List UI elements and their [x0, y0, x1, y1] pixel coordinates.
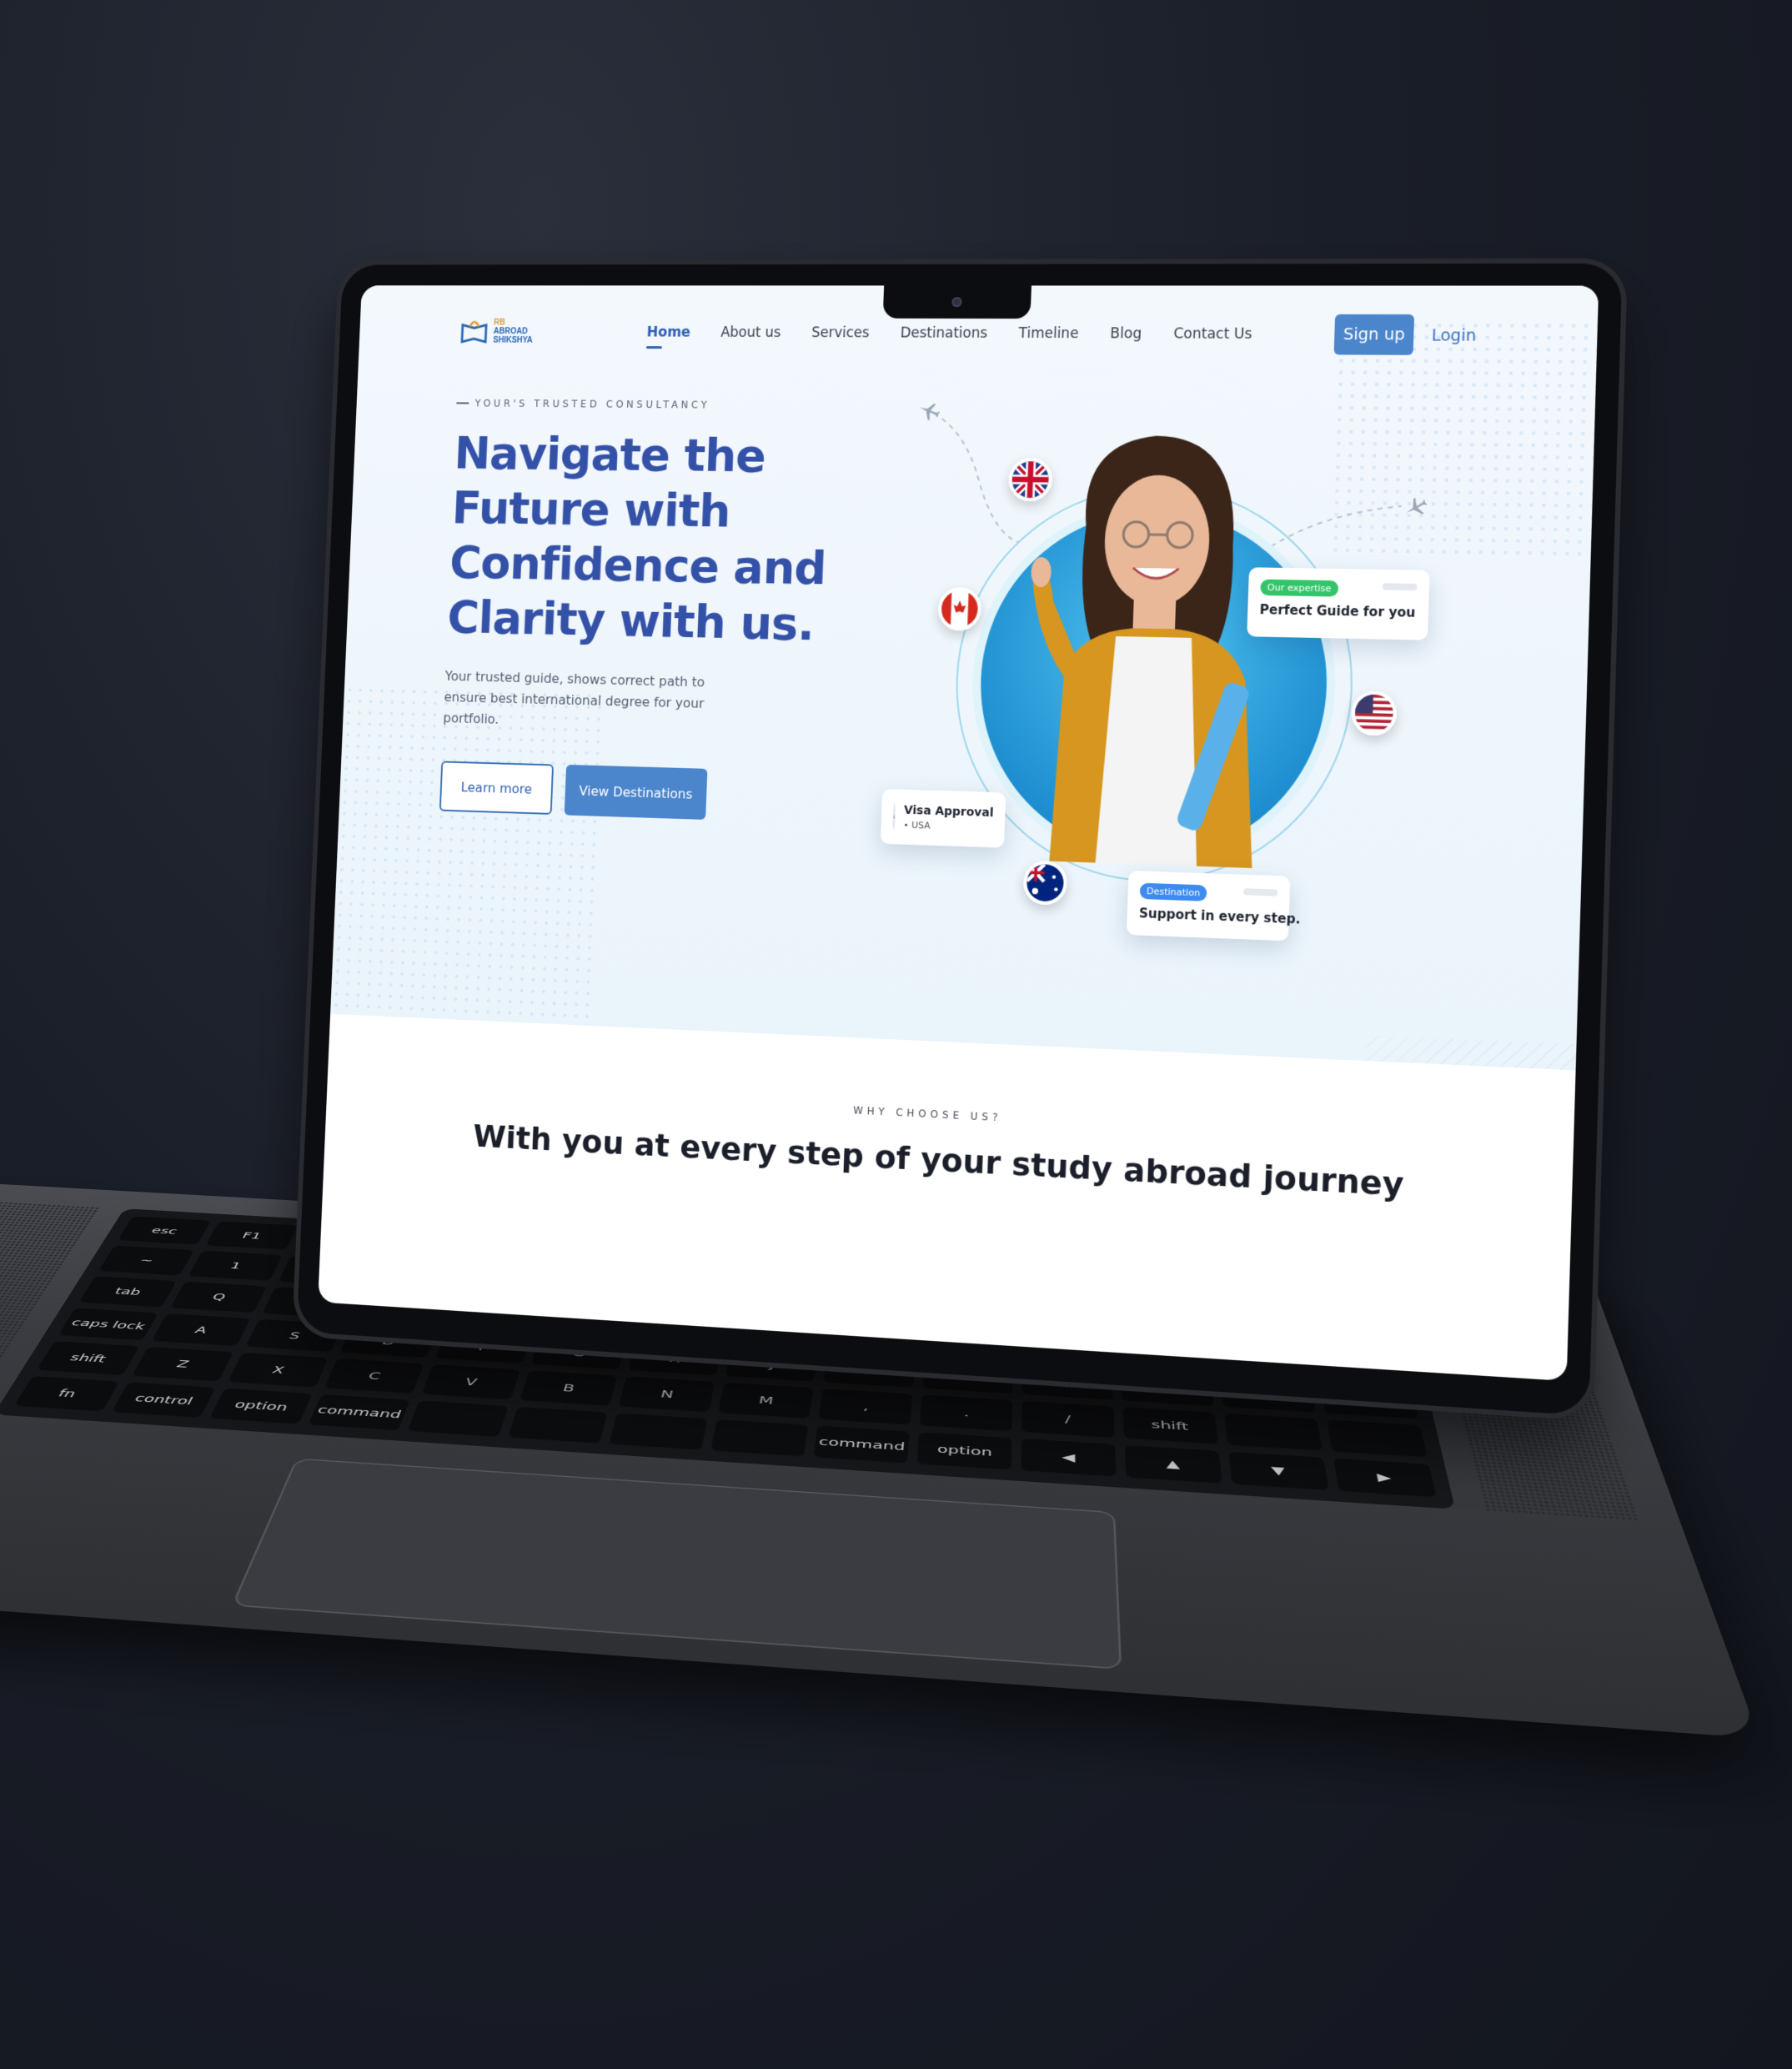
card-ghost-line	[1382, 583, 1418, 591]
site-logo[interactable]: RB ABROAD SHIKSHYA	[459, 316, 534, 347]
card-ghost-line	[1243, 888, 1278, 896]
keyboard-key[interactable]: command	[813, 1425, 910, 1464]
keyboard-key[interactable]	[608, 1413, 708, 1451]
nav-item-destinations[interactable]: Destinations	[900, 325, 987, 342]
keyboard-key[interactable]: ~	[98, 1245, 194, 1277]
logo-text: RB ABROAD SHIKSHYA	[493, 318, 534, 344]
expertise-pill: Our expertise	[1260, 579, 1339, 597]
nav-item-services[interactable]: Services	[811, 324, 870, 341]
nav-menu: Home About us Services Destinations Time…	[646, 324, 1252, 343]
laptop-screen: RB ABROAD SHIKSHYA Home About us Service…	[318, 285, 1599, 1382]
keyboard-key[interactable]: 1	[188, 1250, 284, 1282]
keyboard-key[interactable]: control	[110, 1382, 216, 1419]
trackpad[interactable]	[231, 1458, 1122, 1670]
hero-section: RB ABROAD SHIKSHYA Home About us Service…	[329, 285, 1599, 1071]
laptop-lid: RB ABROAD SHIKSHYA Home About us Service…	[296, 263, 1623, 1416]
destination-pill: Destination	[1139, 882, 1207, 901]
keyboard-key[interactable]: option	[916, 1431, 1012, 1471]
keyboard-key[interactable]: ◀	[1021, 1438, 1117, 1478]
keyboard-key[interactable]: X	[227, 1353, 329, 1389]
hero-headline: Navigate the Future with Confidence and …	[446, 427, 827, 652]
nav-item-contact-us[interactable]: Contact Us	[1173, 326, 1252, 343]
destination-title: Support in every step.	[1138, 905, 1301, 927]
keyboard-key[interactable]: shift	[1122, 1407, 1218, 1445]
expertise-title: Perfect Guide for you	[1259, 601, 1416, 620]
visa-country: • USA	[903, 819, 931, 831]
keyboard-key[interactable]	[1224, 1413, 1323, 1452]
keyboard-key[interactable]: command	[308, 1394, 410, 1432]
keyboard-key[interactable]: fn	[13, 1375, 120, 1413]
keyboard-key[interactable]: option	[208, 1388, 313, 1425]
logo-icon	[459, 316, 489, 347]
nav-item-timeline[interactable]: Timeline	[1018, 325, 1079, 342]
nav-item-blog[interactable]: Blog	[1110, 325, 1142, 342]
keyboard-key[interactable]: ▲	[1124, 1444, 1222, 1485]
keyboard-key[interactable]: ,	[818, 1389, 913, 1426]
keyboard-key[interactable]: caps lock	[58, 1308, 158, 1342]
keyboard-key[interactable]: esc	[117, 1216, 212, 1246]
keyboard-key[interactable]: B	[519, 1370, 618, 1407]
nav-item-home[interactable]: Home	[646, 324, 690, 341]
keyboard-key[interactable]: F1	[204, 1221, 299, 1251]
keyboard-key[interactable]	[507, 1406, 608, 1444]
keyboard-key[interactable]	[1326, 1419, 1428, 1459]
hero-eyebrow: YOUR'S TRUSTED CONSULTANCY	[456, 398, 868, 412]
nav-item-about-us[interactable]: About us	[720, 324, 781, 341]
student-photo	[1029, 434, 1260, 868]
learn-more-button[interactable]: Learn more	[439, 761, 555, 815]
keyboard-key[interactable]: shift	[36, 1341, 140, 1376]
visa-country-label: USA	[911, 819, 931, 831]
keyboard-key[interactable]: tab	[78, 1276, 177, 1308]
camera-icon	[951, 297, 962, 308]
hero-visual: Our expertise Perfect Guide for you Visa…	[880, 376, 1449, 995]
destination-card: Destination Support in every step.	[1126, 870, 1301, 942]
login-link[interactable]: Login	[1431, 326, 1476, 345]
keyboard-key[interactable]: M	[718, 1382, 814, 1419]
signup-button[interactable]: Sign up	[1333, 314, 1415, 355]
keyboard-key[interactable]: /	[1021, 1400, 1115, 1439]
camera-notch	[882, 285, 1032, 319]
keyboard-key[interactable]	[710, 1419, 809, 1458]
logo-line: ABROAD	[493, 326, 528, 336]
hero-copy: YOUR'S TRUSTED CONSULTANCY Navigate the …	[439, 398, 869, 825]
keyboard-key[interactable]: C	[324, 1358, 424, 1394]
keyboard-key[interactable]: ▼	[1228, 1451, 1329, 1492]
hero-subcopy: Your trusted guide, shows correct path t…	[443, 668, 705, 727]
visa-approval-card: Visa Approval • USA	[880, 788, 1006, 848]
keyboard-key[interactable]: V	[421, 1364, 520, 1401]
keyboard-key[interactable]: .	[919, 1394, 1013, 1433]
logo-line: RB	[494, 318, 505, 327]
keyboard-key[interactable]: N	[618, 1376, 715, 1414]
keyboard-key[interactable]	[407, 1400, 509, 1439]
keyboard-key[interactable]: ▶	[1333, 1458, 1437, 1499]
avatar	[892, 803, 896, 831]
visa-text: Visa Approval • USA	[903, 804, 994, 833]
logo-line: SHIKSHYA	[493, 335, 533, 345]
view-destinations-button[interactable]: View Destinations	[564, 764, 708, 820]
expertise-card: Our expertise Perfect Guide for you	[1247, 567, 1430, 640]
keyboard-key[interactable]: Q	[169, 1281, 268, 1314]
keyboard-key[interactable]: Z	[131, 1347, 233, 1383]
keyboard-key[interactable]: A	[151, 1313, 251, 1348]
visa-title: Visa Approval	[903, 803, 994, 821]
